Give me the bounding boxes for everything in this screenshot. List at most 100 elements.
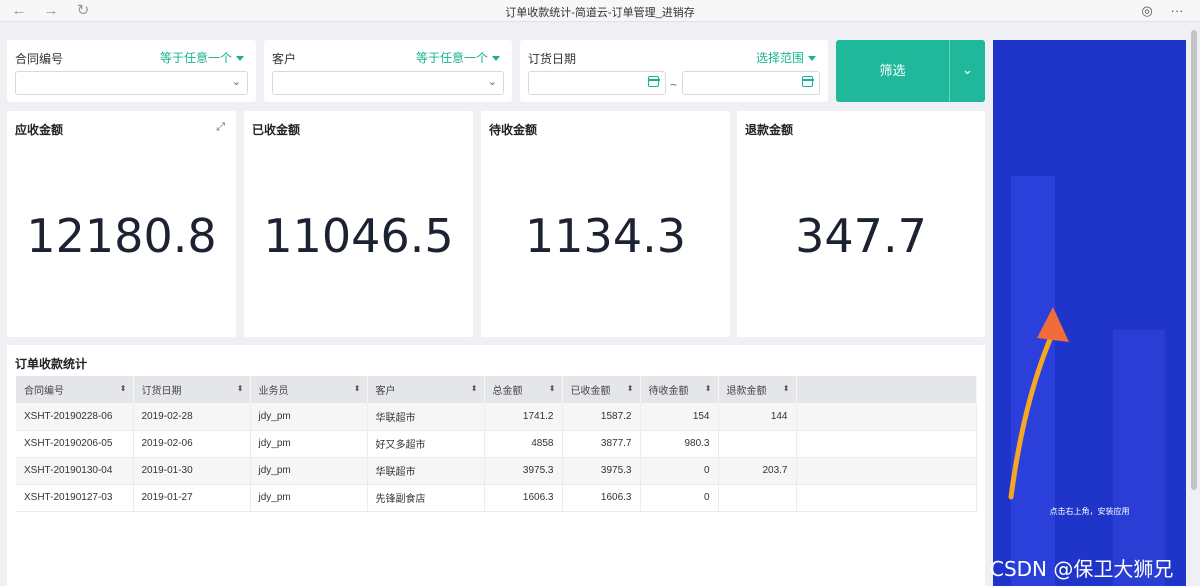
column-header[interactable]: 已收金额 ⬍ — [562, 376, 641, 403]
cell-filler — [796, 457, 977, 485]
cell-refund — [718, 484, 797, 512]
cell-pending: 980.3 — [640, 430, 719, 458]
cell-contract-no: XSHT-20190127-03 — [16, 484, 134, 512]
sort-icon[interactable]: ⬍ — [354, 384, 361, 393]
card-title: 应收金额 — [15, 123, 64, 137]
sort-icon[interactable]: ⬍ — [549, 384, 556, 393]
cell-received: 1587.2 — [562, 403, 641, 431]
cell-salesperson: jdy_pm — [250, 457, 368, 485]
cell-order-date: 2019-02-06 — [133, 430, 251, 458]
chrome-icon[interactable]: ◎ — [1138, 2, 1156, 20]
table-title: 订单收款统计 — [15, 357, 88, 371]
install-app-banner[interactable]: 点击右上角，安装应用 — [993, 40, 1186, 586]
filter-label: 客户 — [272, 52, 297, 66]
sort-icon[interactable]: ⬍ — [471, 384, 478, 393]
contract-no-select[interactable]: ⌄ — [15, 71, 248, 95]
filter-operator-dropdown[interactable]: 选择范围 — [756, 49, 816, 66]
cell-total: 1606.3 — [484, 484, 563, 512]
card-value: 347.7 — [795, 209, 927, 263]
cell-filler — [796, 484, 977, 512]
cell-total: 1741.2 — [484, 403, 563, 431]
cell-filler — [796, 430, 977, 458]
expand-icon[interactable]: ⤢ — [216, 121, 225, 134]
filter-options-dropdown[interactable]: ⌄ — [949, 40, 985, 102]
chevron-down-icon: ⌄ — [487, 76, 497, 88]
sort-icon[interactable]: ⬍ — [627, 384, 634, 393]
cell-received: 3877.7 — [562, 430, 641, 458]
cell-salesperson: jdy_pm — [250, 403, 368, 431]
column-header[interactable]: 总金额 ⬍ — [484, 376, 563, 403]
column-header-filler — [796, 376, 977, 403]
sort-icon[interactable]: ⬍ — [783, 384, 790, 393]
decorative-bar — [1113, 330, 1165, 586]
sort-icon[interactable]: ⬍ — [705, 384, 712, 393]
cell-contract-no: XSHT-20190228-06 — [16, 403, 134, 431]
watermark: CSDN @保卫大狮兄 — [990, 557, 1174, 581]
banner-text: 点击右上角，安装应用 — [1049, 507, 1130, 516]
date-range-separator: ~ — [670, 78, 678, 92]
customer-select[interactable]: ⌄ — [272, 71, 504, 95]
card-received: 已收金额 11046.5 — [244, 111, 473, 337]
cell-salesperson: jdy_pm — [250, 484, 368, 512]
column-header[interactable]: 客户 ⬍ — [367, 376, 485, 403]
cell-salesperson: jdy_pm — [250, 430, 368, 458]
date-start-input[interactable] — [528, 71, 666, 95]
table-row[interactable]: XSHT-20190228-06 2019-02-28 jdy_pm 华联超市 … — [16, 403, 977, 431]
date-end-input[interactable] — [682, 71, 820, 95]
sort-icon[interactable]: ⬍ — [237, 384, 244, 393]
filter-button[interactable]: 筛选 — [836, 40, 949, 102]
sort-icon[interactable]: ⬍ — [120, 384, 127, 393]
card-value: 1134.3 — [525, 209, 686, 263]
filter-label: 合同编号 — [15, 52, 64, 66]
filter-contract-no: 合同编号 等于任意一个 ⌄ — [7, 40, 256, 102]
table-header-row: 合同编号 ⬍ 订货日期 ⬍ 业务员 ⬍ 客户 ⬍ 总金额 ⬍ 已收金额 ⬍ 待收金额 ⬍ 退款… — [16, 376, 977, 403]
card-value: 12180.8 — [26, 209, 217, 263]
cell-refund — [718, 430, 797, 458]
cell-order-date: 2019-01-27 — [133, 484, 251, 512]
cell-contract-no: XSHT-20190130-04 — [16, 457, 134, 485]
cell-total: 3975.3 — [484, 457, 563, 485]
card-pending: 待收金额 1134.3 — [481, 111, 730, 337]
cell-customer: 先锋副食店 — [367, 484, 485, 512]
card-title: 已收金额 — [252, 123, 301, 137]
cell-customer: 华联超市 — [367, 403, 485, 431]
filter-label: 订货日期 — [528, 52, 577, 66]
column-header[interactable]: 待收金额 ⬍ — [640, 376, 719, 403]
filter-order-date: 订货日期 选择范围 ~ — [520, 40, 828, 102]
scrollbar[interactable] — [1191, 30, 1197, 490]
calendar-icon[interactable] — [647, 76, 660, 87]
cell-customer: 华联超市 — [367, 457, 485, 485]
cell-received: 3975.3 — [562, 457, 641, 485]
cell-customer: 好又多超市 — [367, 430, 485, 458]
caret-down-icon — [492, 56, 500, 62]
more-icon[interactable]: ··· — [1168, 2, 1186, 20]
table-row[interactable]: XSHT-20190206-05 2019-02-06 jdy_pm 好又多超市… — [16, 430, 977, 458]
chevron-down-icon: ⌄ — [231, 76, 241, 88]
column-header[interactable]: 退款金额 ⬍ — [718, 376, 797, 403]
filter-operator-dropdown[interactable]: 等于任意一个 — [416, 49, 500, 66]
chevron-down-icon: ⌄ — [962, 62, 973, 77]
cell-filler — [796, 403, 977, 431]
column-header[interactable]: 业务员 ⬍ — [250, 376, 368, 403]
window-title: 订单收款统计-简道云-订单管理_进销存 — [505, 7, 695, 19]
caret-down-icon — [808, 56, 816, 62]
order-payment-table-panel: 订单收款统计 合同编号 ⬍ 订货日期 ⬍ 业务员 ⬍ 客户 ⬍ 总金额 ⬍ 已收金额 ⬍ 待… — [7, 345, 985, 586]
cell-pending: 0 — [640, 484, 719, 512]
table-row[interactable]: XSHT-20190127-03 2019-01-27 jdy_pm 先锋副食店… — [16, 484, 977, 512]
filter-operator-dropdown[interactable]: 等于任意一个 — [160, 49, 244, 66]
column-header[interactable]: 合同编号 ⬍ — [16, 376, 134, 403]
cell-order-date: 2019-02-28 — [133, 403, 251, 431]
cell-pending: 0 — [640, 457, 719, 485]
table-row[interactable]: XSHT-20190130-04 2019-01-30 jdy_pm 华联超市 … — [16, 457, 977, 485]
card-receivable: 应收金额 ⤢ 12180.8 — [7, 111, 236, 337]
card-value: 11046.5 — [263, 209, 454, 263]
cell-received: 1606.3 — [562, 484, 641, 512]
browser-toolbar: ← → ↻ 订单收款统计-简道云-订单管理_进销存 ◎ ··· — [0, 0, 1200, 22]
card-title: 退款金额 — [745, 123, 794, 137]
order-payment-table: 合同编号 ⬍ 订货日期 ⬍ 业务员 ⬍ 客户 ⬍ 总金额 ⬍ 已收金额 ⬍ 待收金额 ⬍ 退款… — [16, 376, 977, 512]
calendar-icon[interactable] — [801, 76, 814, 87]
cell-refund: 144 — [718, 403, 797, 431]
cell-pending: 154 — [640, 403, 719, 431]
column-header[interactable]: 订货日期 ⬍ — [133, 376, 251, 403]
cell-refund: 203.7 — [718, 457, 797, 485]
